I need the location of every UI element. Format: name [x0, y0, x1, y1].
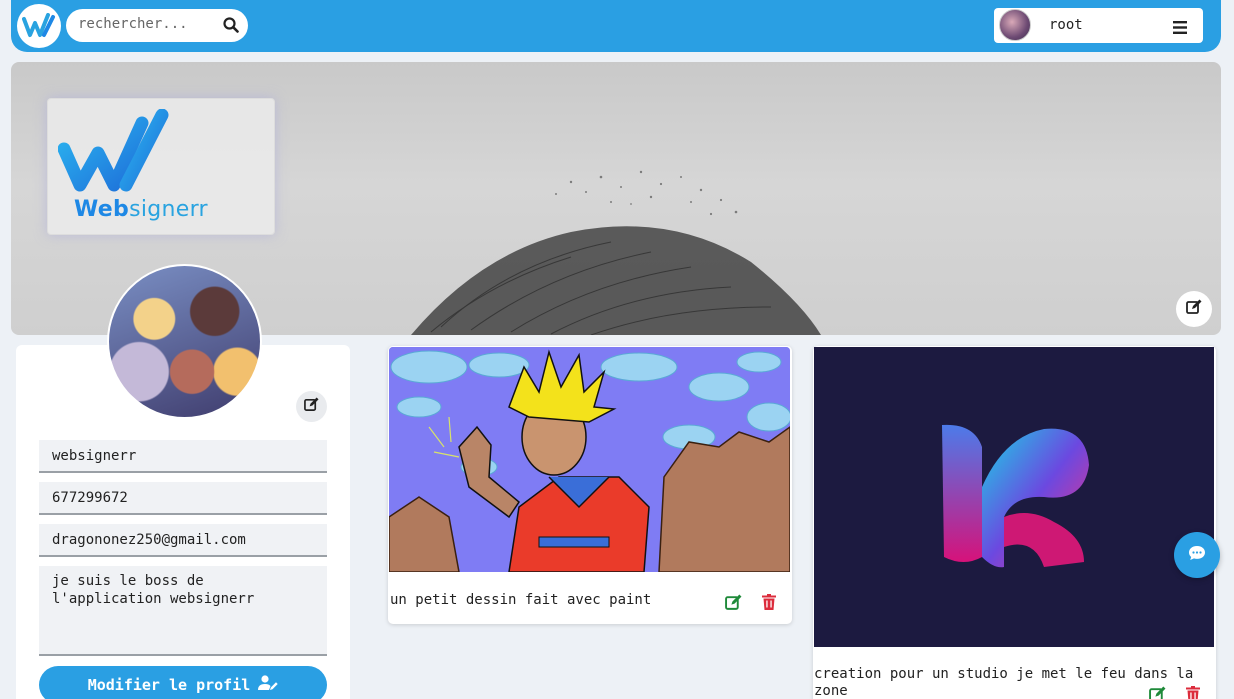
edit-icon[interactable]	[724, 593, 742, 611]
websignerr-logo-icon	[22, 13, 55, 37]
edit-icon	[304, 397, 319, 416]
search-bar	[66, 9, 248, 42]
user-name: root	[1049, 17, 1083, 33]
post-caption: un petit dessin fait avec paint	[390, 592, 652, 608]
websignerr-brand-icon	[58, 109, 169, 192]
hamburger-menu-icon[interactable]	[1173, 19, 1187, 38]
phone-field[interactable]	[39, 482, 327, 515]
profile-avatar	[107, 264, 262, 419]
post-card: un petit dessin fait avec paint	[388, 346, 792, 624]
trash-icon[interactable]	[1184, 685, 1202, 699]
post-image[interactable]	[389, 347, 790, 572]
user-avatar	[999, 9, 1031, 41]
trash-icon[interactable]	[760, 593, 778, 611]
post-card: creation pour un studio je met le feu da…	[813, 346, 1216, 699]
modify-profile-button[interactable]: Modifier le profil	[39, 666, 327, 699]
cover-brand-logo: Websignerr	[47, 98, 275, 235]
search-icon[interactable]	[223, 17, 239, 37]
edit-icon[interactable]	[1148, 685, 1166, 699]
post-drawing-image	[389, 347, 790, 572]
search-input[interactable]	[78, 16, 218, 32]
post-image[interactable]	[814, 347, 1214, 647]
email-field[interactable]	[39, 524, 327, 557]
bio-field[interactable]: je suis le boss de l'application websign…	[39, 566, 327, 656]
chat-button[interactable]	[1174, 532, 1220, 578]
cover-edit-button[interactable]	[1176, 291, 1212, 327]
avatar-edit-button[interactable]	[296, 391, 327, 422]
edit-icon	[1186, 299, 1202, 319]
modify-profile-label: Modifier le profil	[87, 676, 251, 694]
post-logo-image	[942, 424, 1089, 568]
cover-brand-wordmark: Websignerr	[74, 197, 208, 222]
app-logo[interactable]	[17, 4, 61, 48]
chat-icon	[1188, 545, 1206, 565]
top-navbar: root	[11, 0, 1221, 52]
username-field[interactable]	[39, 440, 327, 473]
user-menu[interactable]: root	[994, 8, 1203, 43]
user-edit-icon	[258, 675, 278, 695]
